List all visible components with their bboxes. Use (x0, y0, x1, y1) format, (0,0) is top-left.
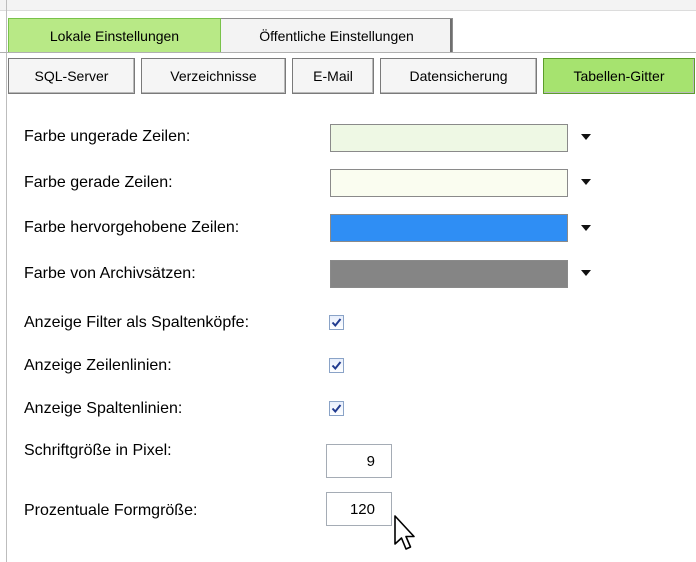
sub-tab-bar: SQL-Server Verzeichnisse E-Mail Datensic… (8, 58, 696, 94)
tab-label: Öffentliche Einstellungen (259, 27, 414, 44)
subtab-label: SQL-Server (34, 68, 109, 84)
tab-divider (0, 52, 696, 53)
checkmark-icon (331, 318, 342, 328)
form-size-input[interactable]: 120 (326, 492, 392, 526)
subtab-label: Datensicherung (409, 68, 508, 84)
show-row-lines-checkbox[interactable] (329, 358, 344, 373)
subtab-label: Tabellen-Gitter (573, 68, 665, 84)
label-show-row-lines: Anzeige Zeilenlinien: (24, 357, 172, 374)
tab-label: Lokale Einstellungen (49, 27, 180, 44)
label-even-rows: Farbe gerade Zeilen: (24, 174, 173, 191)
left-border (6, 0, 7, 562)
subtab-e-mail[interactable]: E-Mail (292, 58, 374, 94)
chevron-down-icon[interactable] (581, 179, 591, 185)
label-show-filter-headers: Anzeige Filter als Spaltenköpfe: (24, 314, 250, 331)
form-size-value: 120 (349, 500, 375, 518)
show-column-lines-checkbox[interactable] (329, 401, 344, 416)
label-highlighted-rows: Farbe hervorgehobene Zeilen: (24, 219, 240, 236)
subtab-sql-server[interactable]: SQL-Server (8, 58, 135, 94)
subtab-verzeichnisse[interactable]: Verzeichnisse (141, 58, 286, 94)
label-archive-rows: Farbe von Archivsätzen: (24, 265, 196, 282)
tab-lokale-einstellungen[interactable]: Lokale Einstellungen (8, 18, 221, 52)
mouse-pointer-icon (394, 515, 415, 550)
subtab-datensicherung[interactable]: Datensicherung (380, 58, 537, 94)
show-filter-headers-checkbox[interactable] (329, 315, 344, 330)
label-odd-rows: Farbe ungerade Zeilen: (24, 128, 191, 145)
chevron-down-icon[interactable] (581, 270, 591, 276)
odd-rows-color-picker[interactable] (330, 124, 568, 152)
subtab-label: E-Mail (313, 68, 353, 84)
font-size-value: 9 (366, 452, 375, 470)
archive-rows-color-picker[interactable] (330, 260, 568, 288)
highlighted-rows-color-picker[interactable] (330, 214, 568, 242)
chevron-down-icon[interactable] (581, 225, 591, 231)
font-size-input[interactable]: 9 (326, 444, 392, 478)
label-font-size: Schriftgröße in Pixel: (24, 442, 172, 459)
subtab-label: Verzeichnisse (170, 68, 257, 84)
window-top-strip (0, 0, 696, 11)
checkmark-icon (331, 361, 342, 371)
subtab-tabellen-gitter[interactable]: Tabellen-Gitter (543, 58, 695, 94)
tab-oeffentliche-einstellungen[interactable]: Öffentliche Einstellungen (221, 18, 453, 52)
checkmark-icon (331, 404, 342, 414)
label-show-column-lines: Anzeige Spaltenlinien: (24, 400, 183, 417)
chevron-down-icon[interactable] (581, 134, 591, 140)
label-form-size: Prozentuale Formgröße: (24, 502, 198, 519)
even-rows-color-picker[interactable] (330, 169, 568, 197)
main-tab-bar: Lokale Einstellungen Öffentliche Einstel… (8, 18, 696, 52)
